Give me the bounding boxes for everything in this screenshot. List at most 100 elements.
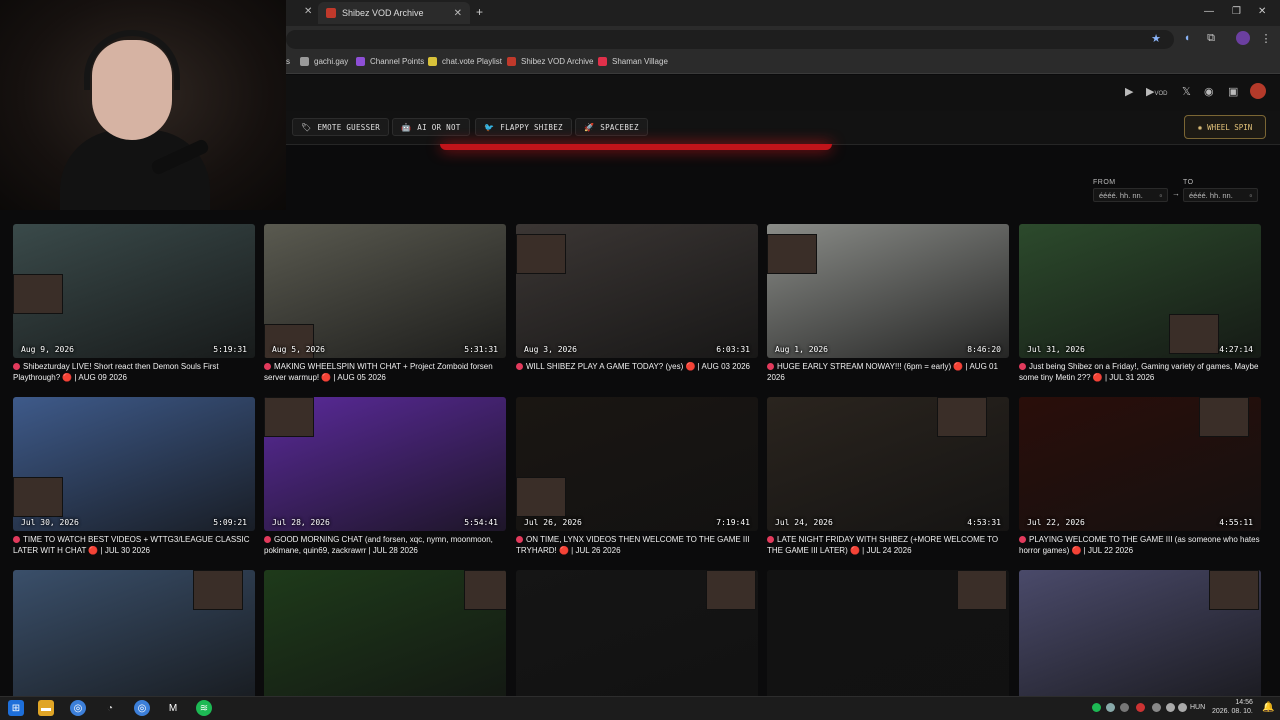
vod-card[interactable]: Jul 28, 2026 5:54:41 GOOD MORNING CHAT (an… xyxy=(264,397,506,556)
to-date-input[interactable]: éééé. hh. nn. ▫ xyxy=(1183,188,1258,202)
windows-start-icon[interactable]: ⊞ xyxy=(8,700,24,716)
vod-thumbnail[interactable]: Jul 26, 2026 7:19:41 xyxy=(516,397,758,531)
vod-card[interactable]: Aug 1, 2026 8:46:20 HUGE EARLY STREAM NOWA… xyxy=(767,224,1009,383)
emote-guesser-button[interactable]: 🏷 EMOTE GUESSER xyxy=(292,118,390,136)
tray-steam-icon[interactable] xyxy=(1106,703,1115,712)
tray-volume-icon[interactable] xyxy=(1178,703,1187,712)
vod-card[interactable] xyxy=(1019,570,1261,704)
chrome-icon[interactable]: ◎ xyxy=(134,700,150,716)
vod-thumbnail[interactable] xyxy=(13,570,255,704)
clock-date: 2026. 08. 10. xyxy=(1212,708,1253,715)
vod-title[interactable]: TIME TO WATCH BEST VIDEOS + WTTG3/LEAGUE… xyxy=(13,534,255,556)
live-dot-icon xyxy=(1019,363,1026,370)
x-twitter-icon[interactable]: 𝕏 xyxy=(1182,85,1191,98)
vod-card[interactable]: Jul 31, 2026 4:27:14 Just being Shibez on … xyxy=(1019,224,1261,383)
media-icon[interactable]: ◖ xyxy=(1180,31,1194,45)
vod-card[interactable]: Jul 24, 2026 4:53:31 LATE NIGHT FRIDAY WIT… xyxy=(767,397,1009,556)
vod-card[interactable] xyxy=(767,570,1009,704)
language-indicator[interactable]: HUN xyxy=(1190,704,1205,711)
vod-title[interactable]: WILL SHIBEZ PLAY A GAME TODAY? (yes) 🔴 |… xyxy=(516,361,758,383)
vod-title[interactable]: LATE NIGHT FRIDAY WITH SHIBEZ (+MORE WEL… xyxy=(767,534,1009,556)
maximize-icon[interactable]: ❐ xyxy=(1232,6,1241,17)
vod-thumbnail[interactable]: Jul 30, 2026 5:09:21 xyxy=(13,397,255,531)
extensions-icon[interactable]: ⧉ xyxy=(1204,31,1218,45)
vod-thumbnail[interactable] xyxy=(264,570,506,704)
tool-label: AI OR NOT xyxy=(417,122,461,132)
vod-thumbnail[interactable]: Aug 5, 2026 5:31:31 xyxy=(264,224,506,358)
tool-label: SPACEBEZ xyxy=(600,122,639,132)
bookmark-item[interactable]: Shibez VOD Archive xyxy=(507,57,593,66)
new-tab-icon[interactable]: + xyxy=(476,5,483,19)
youtube-icon[interactable]: ▶ xyxy=(1125,85,1133,98)
tray-icon[interactable] xyxy=(1120,703,1129,712)
clock[interactable]: 14:56 2026. 08. 10. xyxy=(1212,698,1253,716)
vod-duration: 4:27:14 xyxy=(1219,345,1253,354)
close-tab-icon[interactable]: ✕ xyxy=(454,8,462,19)
tray-icon[interactable] xyxy=(1152,703,1161,712)
vod-title[interactable]: Shibezturday LIVE! Short react then Demo… xyxy=(13,361,255,383)
bookmark-star-icon[interactable]: ★ xyxy=(1149,31,1163,45)
bookmark-item[interactable]: gachi.gay xyxy=(300,57,348,66)
youtube-vod-icon[interactable]: ▶VOD xyxy=(1146,85,1167,98)
vod-thumbnail[interactable]: Jul 31, 2026 4:27:14 xyxy=(1019,224,1261,358)
vod-card[interactable]: Aug 5, 2026 5:31:31 MAKING WHEELSPIN WITH … xyxy=(264,224,506,383)
menu-kebab-icon[interactable]: ⋮ xyxy=(1259,31,1273,45)
notification-icon[interactable]: 🔔 xyxy=(1262,702,1274,713)
flappy-shibez-button[interactable]: 🐦 FLAPPY SHIBEZ xyxy=(475,118,572,136)
ai-or-not-button[interactable]: 🤖 AI OR NOT xyxy=(392,118,470,136)
vod-card[interactable] xyxy=(516,570,758,704)
vod-thumbnail[interactable] xyxy=(516,570,758,704)
vod-thumbnail[interactable]: Jul 24, 2026 4:53:31 xyxy=(767,397,1009,531)
from-label: FROM xyxy=(1093,179,1116,186)
twitch-icon[interactable]: ▣ xyxy=(1228,85,1238,98)
minimize-icon[interactable]: — xyxy=(1204,6,1214,17)
vod-title[interactable]: HUGE EARLY STREAM NOWAY!!! (6pm = early)… xyxy=(767,361,1009,383)
wheel-spin-button[interactable]: ✺ WHEEL SPIN xyxy=(1184,115,1266,139)
tab-active[interactable]: Shibez VOD Archive ✕ xyxy=(318,2,470,24)
tray-icon[interactable] xyxy=(1136,703,1145,712)
vod-card[interactable]: Jul 30, 2026 5:09:21 TIME TO WATCH BEST VI… xyxy=(13,397,255,556)
vod-card[interactable]: Jul 26, 2026 7:19:41 ON TIME, LYNX VIDEOS … xyxy=(516,397,758,556)
vod-title[interactable]: Just being Shibez on a Friday!, Gaming v… xyxy=(1019,361,1261,383)
vod-card[interactable] xyxy=(264,570,506,704)
spacebez-button[interactable]: 🚀 SPACEBEZ xyxy=(575,118,648,136)
vod-date: Jul 22, 2026 xyxy=(1027,518,1085,527)
vod-card[interactable]: Aug 9, 2026 5:19:31 Shibezturday LIVE! Sho… xyxy=(13,224,255,383)
close-tab-icon[interactable]: ✕ xyxy=(304,6,312,17)
profile-avatar[interactable] xyxy=(1236,31,1250,45)
vod-card[interactable] xyxy=(13,570,255,704)
live-dot-icon xyxy=(516,363,523,370)
spotify-icon[interactable]: ≋ xyxy=(196,700,212,716)
bookmark-partial[interactable]: s xyxy=(286,57,290,66)
vod-thumbnail[interactable]: Jul 22, 2026 4:55:11 xyxy=(1019,397,1261,531)
chrome-icon[interactable]: ◎ xyxy=(70,700,86,716)
vod-thumbnail[interactable]: Jul 28, 2026 5:54:41 xyxy=(264,397,506,531)
vod-title[interactable]: GOOD MORNING CHAT (and forsen, xqc, nymn… xyxy=(264,534,506,556)
address-bar[interactable] xyxy=(286,30,1174,49)
discord-icon[interactable]: ◉ xyxy=(1204,85,1214,98)
m-app-icon[interactable]: M xyxy=(165,700,181,716)
vod-thumbnail[interactable]: Aug 1, 2026 8:46:20 xyxy=(767,224,1009,358)
vod-title[interactable]: PLAYING WELCOME TO THE GAME III (as some… xyxy=(1019,534,1261,556)
from-date-input[interactable]: éééé. hh. nn. ▫ xyxy=(1093,188,1168,202)
vod-thumbnail[interactable]: Aug 3, 2026 6:03:31 xyxy=(516,224,758,358)
vod-thumbnail[interactable] xyxy=(1019,570,1261,704)
vod-label: VOD xyxy=(1154,91,1168,97)
close-window-icon[interactable]: ✕ xyxy=(1258,6,1266,17)
vod-card[interactable]: Jul 22, 2026 4:55:11 PLAYING WELCOME TO TH… xyxy=(1019,397,1261,556)
vod-title[interactable]: ON TIME, LYNX VIDEOS THEN WELCOME TO THE… xyxy=(516,534,758,556)
vod-card[interactable]: Aug 3, 2026 6:03:31 WILL SHIBEZ PLAY A GAM… xyxy=(516,224,758,383)
channel-avatar[interactable] xyxy=(1250,83,1266,99)
app-icon[interactable]: ◔ xyxy=(102,700,118,716)
vod-title-text: MAKING WHEELSPIN WITH CHAT + Project Zom… xyxy=(264,362,493,382)
vod-duration: 5:54:41 xyxy=(464,518,498,527)
tray-network-icon[interactable] xyxy=(1166,703,1175,712)
bookmark-item[interactable]: Shaman Village xyxy=(598,57,668,66)
file-explorer-icon[interactable]: ▬ xyxy=(38,700,54,716)
vod-thumbnail[interactable]: Aug 9, 2026 5:19:31 xyxy=(13,224,255,358)
vod-title[interactable]: MAKING WHEELSPIN WITH CHAT + Project Zom… xyxy=(264,361,506,383)
tray-spotify-icon[interactable] xyxy=(1092,703,1101,712)
bookmark-item[interactable]: chat.vote Playlist xyxy=(428,57,502,66)
bookmark-item[interactable]: Channel Points xyxy=(356,57,424,66)
vod-thumbnail[interactable] xyxy=(767,570,1009,704)
